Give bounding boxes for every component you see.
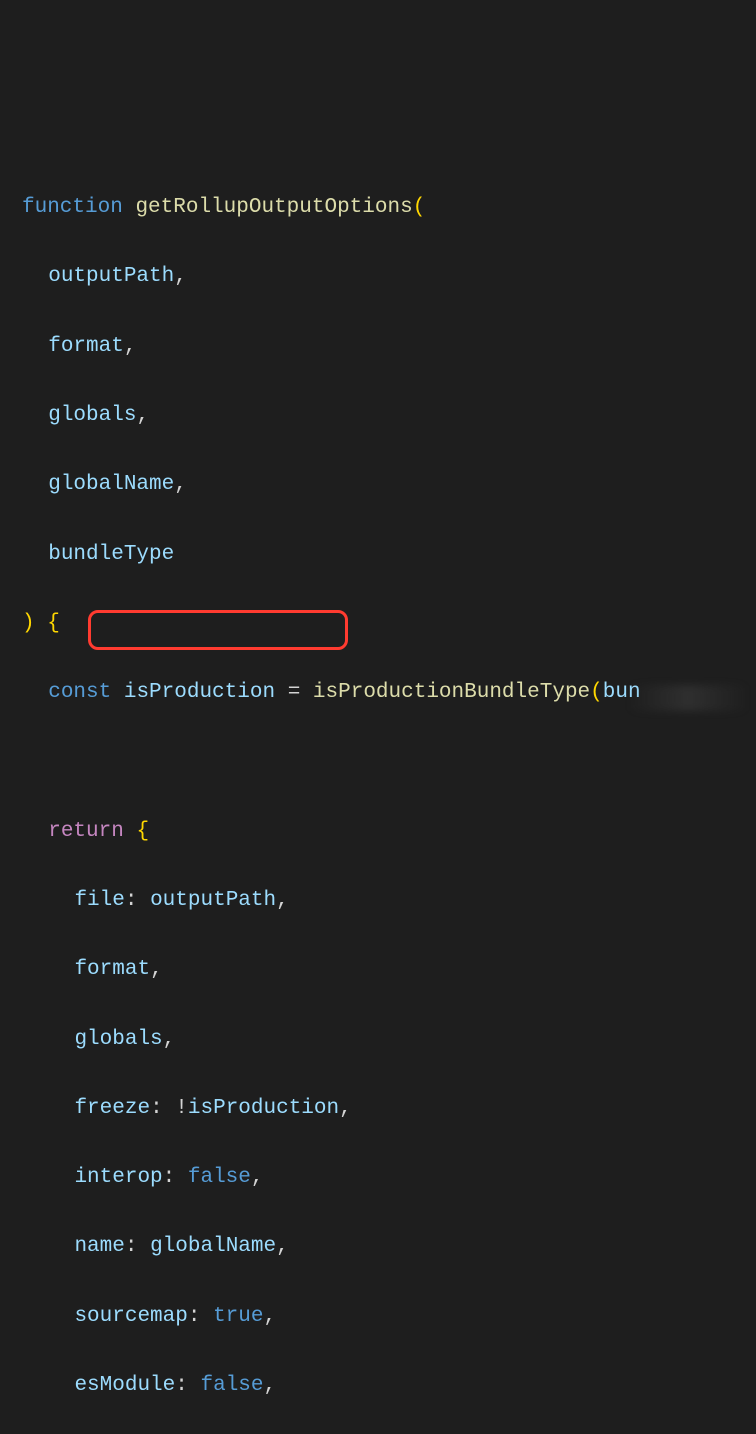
property: freeze — [74, 1097, 150, 1120]
code-line: outputPath, — [22, 260, 756, 295]
param: globals — [48, 404, 136, 427]
boolean: false — [188, 1166, 251, 1189]
code-line: interop: false, — [22, 1161, 756, 1196]
code-line: globals, — [22, 1023, 756, 1058]
paren-close: ) — [22, 612, 35, 635]
code-line: sourcemap: true, — [22, 1300, 756, 1335]
param: bundleType — [48, 543, 174, 566]
code-line: bundleType — [22, 538, 756, 573]
function-call: isProductionBundleType — [313, 681, 590, 704]
property: name — [74, 1235, 124, 1258]
brace-open: { — [136, 820, 149, 843]
property: file — [74, 889, 124, 912]
property: globals — [74, 1028, 162, 1051]
param: outputPath — [48, 265, 174, 288]
param: globalName — [48, 473, 174, 496]
property: sourcemap — [74, 1305, 187, 1328]
property: esModule — [74, 1374, 175, 1397]
code-line: function getRollupOutputOptions( — [22, 191, 756, 226]
code-line — [22, 745, 756, 780]
boolean: true — [213, 1305, 263, 1328]
code-line: return { — [22, 815, 756, 850]
property: interop — [74, 1166, 162, 1189]
keyword-return: return — [48, 820, 124, 843]
boolean: false — [200, 1374, 263, 1397]
code-line: globalName, — [22, 468, 756, 503]
value: isProduction — [188, 1097, 339, 1120]
code-line: ) { — [22, 607, 756, 642]
keyword-function: function — [22, 196, 123, 219]
code-line: freeze: !isProduction, — [22, 1092, 756, 1127]
code-line: file: outputPath, — [22, 884, 756, 919]
code-line: format, — [22, 953, 756, 988]
variable: isProduction — [124, 681, 275, 704]
code-line: globals, — [22, 399, 756, 434]
value: outputPath — [150, 889, 276, 912]
brace-open: { — [47, 612, 60, 635]
function-name: getRollupOutputOptions — [135, 196, 412, 219]
code-line: name: globalName, — [22, 1230, 756, 1265]
code-editor[interactable]: function getRollupOutputOptions( outputP… — [22, 157, 756, 1434]
property: format — [74, 958, 150, 981]
code-line: format, — [22, 330, 756, 365]
code-line: esModule: false, — [22, 1369, 756, 1404]
watermark-blur — [628, 685, 748, 711]
value: globalName — [150, 1235, 276, 1258]
paren-open: ( — [413, 196, 426, 219]
param: format — [48, 335, 124, 358]
keyword-const: const — [48, 681, 111, 704]
